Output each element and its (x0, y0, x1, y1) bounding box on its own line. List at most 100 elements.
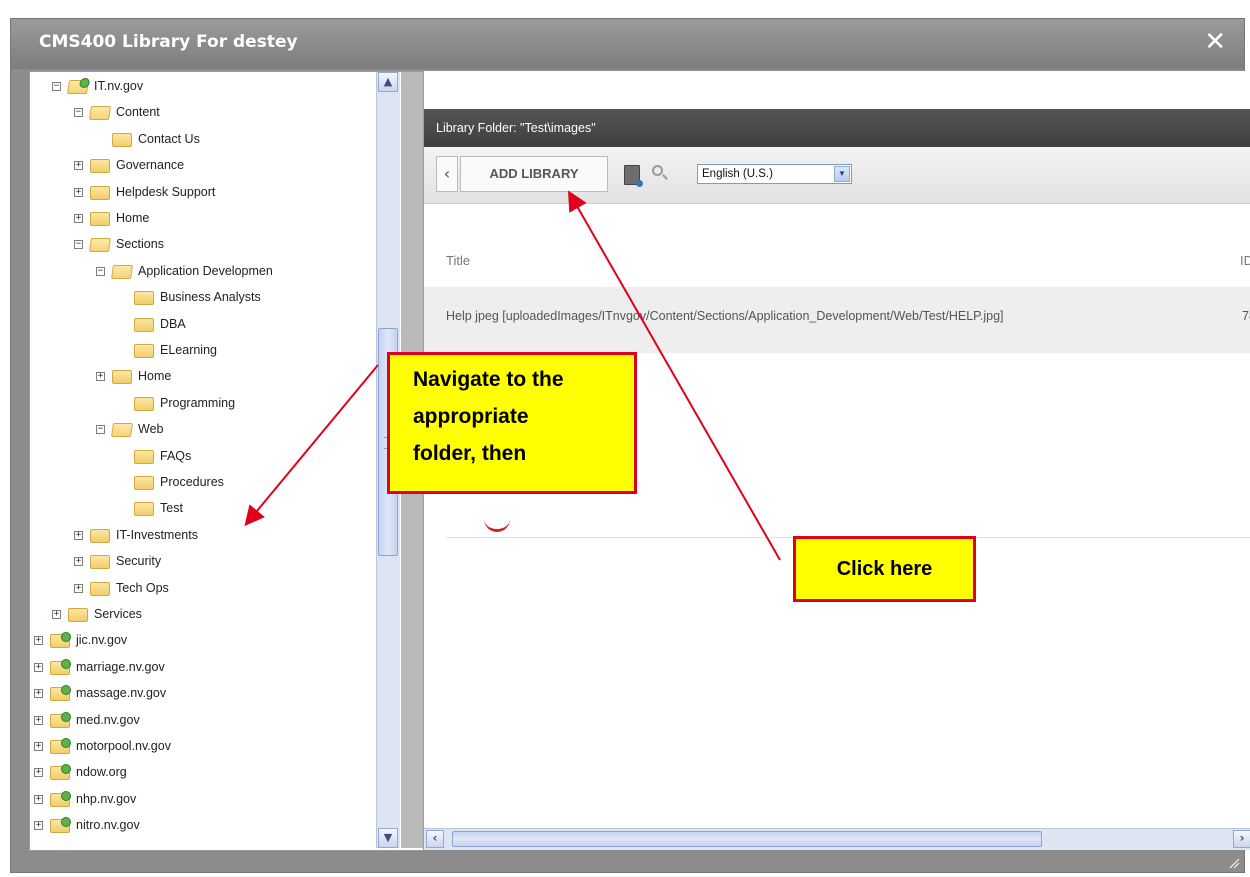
collapse-icon[interactable]: − (74, 240, 83, 250)
folder-icon (134, 317, 154, 332)
expand-icon[interactable]: + (96, 372, 105, 382)
folder-icon (90, 528, 110, 543)
folder-icon (50, 658, 71, 675)
collapse-icon[interactable]: − (96, 266, 105, 276)
expand-icon[interactable]: + (74, 161, 83, 171)
tree-node-label[interactable]: Contact Us (138, 132, 200, 146)
folder-icon (90, 185, 110, 200)
tree-node-label[interactable]: ndow.org (76, 765, 127, 779)
folder-icon (134, 502, 154, 517)
folder-icon (111, 264, 133, 279)
expand-icon[interactable]: + (52, 610, 61, 619)
language-select-value: English (U.S.) (702, 168, 773, 180)
folder-icon (89, 238, 111, 253)
expand-icon[interactable]: + (34, 662, 43, 672)
tree-node-label[interactable]: DBA (160, 317, 186, 331)
expand-icon[interactable]: + (34, 742, 43, 751)
folder-icon (50, 764, 71, 781)
expand-icon[interactable]: + (34, 689, 43, 699)
document-icon[interactable] (624, 165, 643, 187)
tree-node-label[interactable]: Home (116, 211, 149, 225)
tree-node-label[interactable]: IT.nv.gov (94, 79, 143, 93)
close-icon[interactable]: ✕ (1204, 27, 1226, 57)
folder-tree-pane: − IT.nv.gov − Content Contact Us + Governance +… (29, 71, 424, 851)
folder-icon (134, 449, 154, 464)
scroll-left-icon[interactable]: ‹ (426, 830, 444, 848)
expand-icon[interactable]: + (74, 187, 83, 197)
collapse-icon[interactable]: − (96, 425, 105, 435)
expand-icon[interactable]: + (34, 715, 43, 725)
column-header-title[interactable]: Title (446, 253, 470, 268)
folder-icon (134, 396, 154, 411)
folder-icon (134, 344, 154, 358)
folder-icon (90, 581, 110, 596)
tree-node-label[interactable]: jic.nv.gov (76, 633, 127, 647)
folder-icon (50, 685, 71, 702)
folder-icon (111, 423, 133, 438)
tree-node-label[interactable]: ELearning (160, 343, 217, 357)
folder-icon (68, 608, 88, 622)
table-row[interactable]: Help jpeg [uploadedImages/ITnvgov/Conten… (424, 287, 1250, 353)
tree-node-label[interactable]: med.nv.gov (76, 713, 140, 727)
tree-node-label[interactable]: marriage.nv.gov (76, 660, 165, 674)
library-folder-title: Library Folder: "Test\images" (436, 121, 596, 135)
tree-node-label[interactable]: nitro.nv.gov (76, 818, 140, 832)
expand-icon[interactable]: + (74, 214, 83, 223)
tree-node-label[interactable]: Programming (160, 396, 235, 410)
tree-node-label[interactable]: Tech Ops (116, 581, 169, 595)
scroll-up-icon[interactable]: ▲ (378, 72, 398, 92)
expand-icon[interactable]: + (34, 636, 43, 646)
back-icon[interactable]: ‹ (436, 156, 458, 192)
folder-icon (50, 790, 71, 807)
tree-node-label[interactable]: Content (116, 105, 160, 119)
expand-icon[interactable]: + (34, 794, 43, 804)
folder-icon (134, 476, 154, 490)
expand-icon[interactable]: + (74, 557, 83, 567)
tree-node-label[interactable]: Test (160, 501, 183, 515)
horizontal-scrollbar[interactable]: ‹ › (424, 828, 1250, 850)
collapse-icon[interactable]: − (52, 82, 61, 91)
language-select[interactable]: English (U.S.) ▼ (697, 164, 852, 184)
tree-node-label[interactable]: FAQs (160, 449, 191, 463)
tree-node-label[interactable]: Sections (116, 237, 164, 251)
dialog-title: CMS400 Library For destey (39, 32, 298, 52)
expand-icon[interactable]: + (74, 583, 83, 593)
chevron-down-icon[interactable]: ▼ (834, 166, 850, 182)
tree-node-label[interactable]: Governance (116, 158, 184, 172)
row-title[interactable]: Help jpeg [uploadedImages/ITnvgov/Conten… (446, 309, 1004, 323)
tree-node-label[interactable]: motorpool.nv.gov (76, 739, 171, 753)
folder-icon (90, 159, 110, 174)
folder-icon (50, 738, 71, 754)
dialog-titlebar: CMS400 Library For destey ✕ (11, 19, 1244, 69)
tree-node-label[interactable]: Services (94, 607, 142, 621)
folder-icon (89, 106, 111, 121)
tree-node-label[interactable]: Helpdesk Support (116, 185, 215, 199)
expand-icon[interactable]: + (34, 821, 43, 831)
folder-icon (112, 132, 132, 147)
folder-icon (90, 212, 110, 226)
expand-icon[interactable]: + (34, 768, 43, 778)
column-header-id[interactable]: ID (1240, 253, 1250, 268)
library-toolbar: ‹ ADD LIBRARY English (U.S.) ▼ (424, 147, 1250, 204)
tree-node-label[interactable]: Procedures (160, 475, 224, 489)
horizontal-scroll-thumb[interactable] (452, 831, 1042, 847)
search-icon[interactable] (652, 165, 663, 176)
collapse-icon[interactable]: − (74, 108, 83, 118)
tree-node-label[interactable]: Business Analysts (160, 290, 261, 304)
tree-node-label[interactable]: Security (116, 554, 161, 568)
scroll-right-icon[interactable]: › (1233, 830, 1250, 848)
tree-node-label[interactable]: nhp.nv.gov (76, 792, 136, 806)
click-here-callout: Click here (793, 536, 976, 602)
scroll-down-icon[interactable]: ▼ (378, 828, 398, 848)
add-library-button[interactable]: ADD LIBRARY (460, 156, 608, 192)
tree-node-label[interactable]: IT-Investments (116, 528, 198, 542)
tree-node-label[interactable]: Application Developmen (138, 264, 273, 278)
expand-icon[interactable]: + (74, 530, 83, 540)
tree-node-label[interactable]: Web (138, 422, 163, 436)
resize-grip-icon[interactable] (1228, 857, 1240, 869)
navigate-callout-line2: appropriate (413, 405, 529, 428)
tree-node-label[interactable]: Home (138, 369, 171, 383)
navigate-callout: Navigate to the appropriate folder, then (387, 352, 637, 494)
navigate-callout-line1: Navigate to the (413, 368, 564, 391)
tree-node-label[interactable]: massage.nv.gov (76, 686, 166, 700)
